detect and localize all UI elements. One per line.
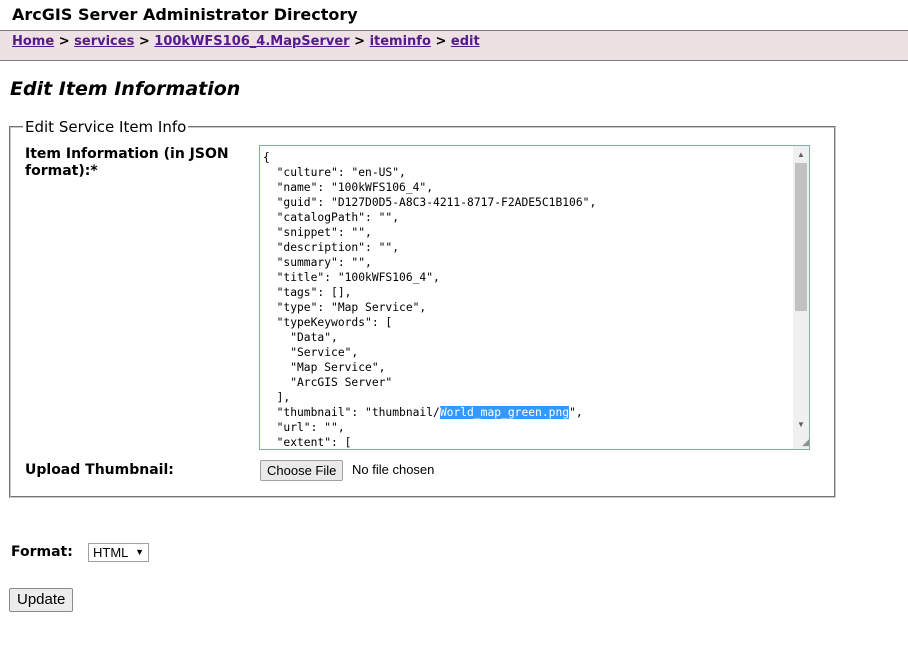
breadcrumb-separator: >: [58, 34, 70, 49]
json-content[interactable]: { "culture": "en-US", "name": "100kWFS10…: [263, 150, 597, 449]
scrollbar-thumb[interactable]: [795, 163, 807, 311]
scroll-down-arrow-icon[interactable]: ▼: [793, 418, 809, 432]
fieldset-legend: Edit Service Item Info: [25, 118, 187, 136]
item-info-label: Item Information (in JSON format):*: [25, 146, 229, 179]
file-status-text: No file chosen: [352, 462, 435, 477]
item-info-textarea[interactable]: { "culture": "en-US", "name": "100kWFS10…: [259, 145, 810, 450]
chevron-down-icon: ▼: [135, 547, 144, 557]
breadcrumb-separator: >: [435, 34, 447, 49]
choose-file-button[interactable]: Choose File: [260, 460, 344, 481]
breadcrumb-services-link[interactable]: services: [74, 34, 134, 49]
format-label: Format:: [11, 544, 73, 560]
breadcrumb-mapserver-link[interactable]: 100kWFS106_4.MapServer: [154, 34, 349, 49]
textarea-scrollbar[interactable]: ▲ ▼: [793, 146, 809, 436]
upload-thumbnail-label: Upload Thumbnail:: [25, 462, 174, 478]
page-title: Edit Item Information: [10, 78, 241, 100]
breadcrumb-separator: >: [354, 34, 366, 49]
breadcrumb: Home > services > 100kWFS106_4.MapServer…: [0, 30, 908, 61]
format-select[interactable]: HTML ▼: [88, 543, 149, 562]
breadcrumb-edit-link[interactable]: edit: [451, 34, 480, 49]
scroll-up-arrow-icon[interactable]: ▲: [793, 148, 809, 162]
json-text-before: { "culture": "en-US", "name": "100kWFS10…: [263, 151, 597, 419]
breadcrumb-home-link[interactable]: Home: [12, 34, 54, 49]
breadcrumb-separator: >: [138, 34, 150, 49]
update-button[interactable]: Update: [9, 588, 74, 612]
resize-grip-icon[interactable]: ◢: [793, 435, 809, 449]
breadcrumb-iteminfo-link[interactable]: iteminfo: [370, 34, 431, 49]
json-selected-text: World_map_green.png: [439, 406, 570, 419]
app-title: ArcGIS Server Administrator Directory: [12, 5, 358, 24]
format-selected-value: HTML: [93, 545, 129, 560]
